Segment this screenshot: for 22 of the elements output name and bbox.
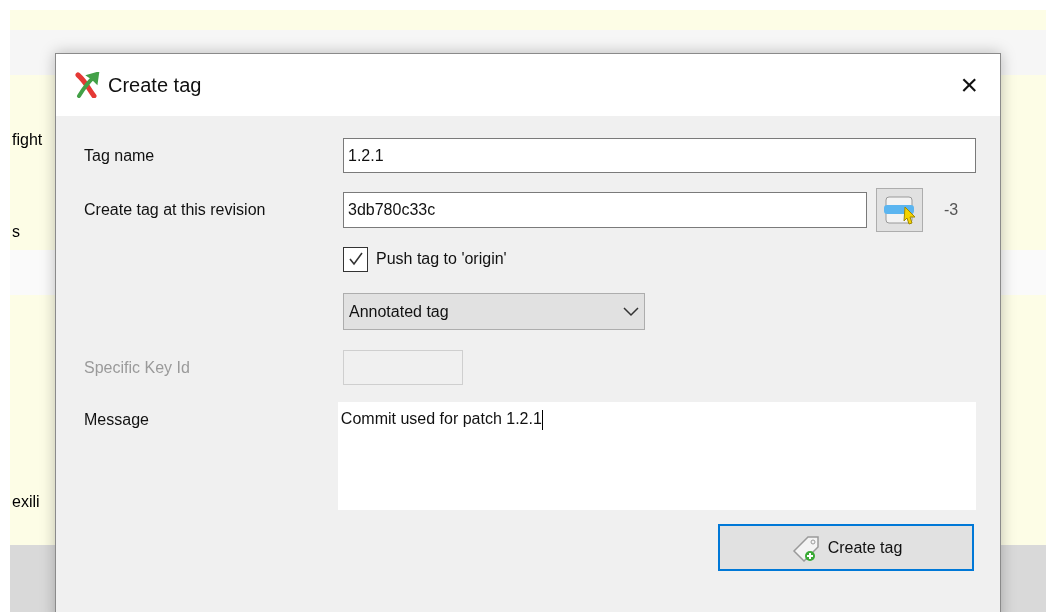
field-label: Create tag at this revision	[84, 200, 267, 220]
logo-icon	[74, 72, 100, 98]
close-button[interactable]: ×	[960, 70, 978, 100]
field-label: Specific Key Id	[84, 357, 191, 378]
select-revision-button[interactable]	[876, 188, 923, 232]
create-tag-button[interactable]: Create tag	[718, 524, 974, 571]
push-checkbox[interactable]	[343, 246, 368, 272]
chevron-down-icon	[623, 306, 639, 317]
window-title: Create tag	[108, 73, 203, 98]
tag-name-field[interactable]: 1.2.1	[343, 138, 976, 173]
offset-text: -3	[944, 200, 959, 220]
checkbox-label: Push tag to 'origin'	[376, 249, 507, 269]
background-text: s	[12, 222, 20, 242]
background-text: exili	[12, 492, 40, 512]
message-field[interactable]: Commit used for patch 1.2.1	[337, 402, 976, 510]
tag-type-dropdown[interactable]: Annotated tag	[343, 293, 645, 330]
revision-field[interactable]: 3db780c33c	[343, 192, 867, 228]
list-pointer-icon	[882, 195, 917, 225]
checkmark-icon	[346, 250, 365, 268]
background-text: fight	[12, 130, 43, 150]
field-label: Tag name	[84, 145, 156, 166]
field-label: Message	[84, 410, 150, 430]
